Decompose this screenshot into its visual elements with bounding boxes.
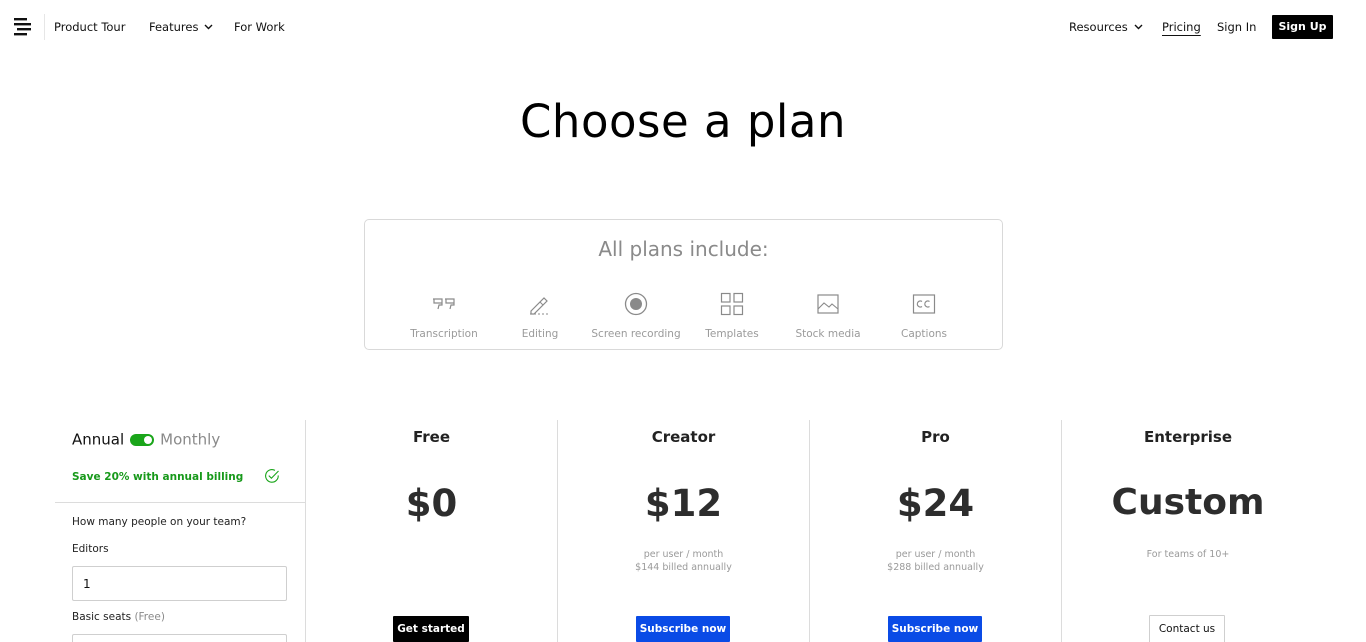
nav-resources[interactable]: Resources: [1069, 20, 1143, 35]
plan-enterprise: Enterprise Custom For teams of 10+ Conta…: [1062, 420, 1314, 642]
plan-price: $0: [405, 482, 458, 525]
nav-pricing[interactable]: Pricing: [1162, 20, 1201, 35]
get-started-button[interactable]: Get started: [393, 616, 469, 642]
feature-screen-recording: Screen recording: [588, 292, 684, 340]
plan-note-line1: For teams of 10+: [1146, 549, 1230, 560]
basic-seats-free: (Free): [134, 611, 165, 623]
feature-stock-media: Stock media: [780, 292, 876, 340]
plan-name: Free: [412, 428, 451, 446]
subscribe-creator-button[interactable]: Subscribe now: [636, 616, 730, 642]
team-size-question: How many people on your team?: [72, 516, 247, 528]
sign-up-button[interactable]: Sign Up: [1272, 15, 1333, 39]
feature-label: Transcription: [410, 328, 478, 340]
descript-logo-icon[interactable]: [14, 17, 32, 37]
feature-transcription: Transcription: [396, 292, 492, 340]
basic-seats-label: Basic seats (Free): [72, 611, 165, 623]
billing-toggle-row: Annual Monthly: [72, 429, 220, 449]
nav-features[interactable]: Features: [149, 20, 213, 35]
plan-note-line2: $288 billed annually: [887, 562, 984, 573]
plan-name: Creator: [651, 428, 716, 446]
plan-note: For teams of 10+: [1062, 548, 1314, 561]
chevron-down-icon: [1134, 24, 1143, 30]
plan-pro: Pro $24 per user / month $288 billed ann…: [810, 420, 1062, 642]
toggle-knob: [144, 435, 153, 444]
nav-for-work[interactable]: For Work: [234, 20, 285, 35]
plan-free: Free $0 Get started: [306, 420, 558, 642]
grid-icon: [720, 292, 744, 316]
feature-label: Captions: [900, 328, 947, 340]
feature-label: Screen recording: [591, 328, 681, 340]
plan-price: $12: [644, 482, 723, 525]
chevron-down-icon: [204, 24, 213, 30]
quote-icon: [433, 298, 455, 310]
feature-label: Editing: [521, 328, 559, 340]
editors-count-input[interactable]: [72, 566, 287, 601]
billing-annual-label[interactable]: Annual: [72, 431, 124, 449]
subscribe-pro-button[interactable]: Subscribe now: [888, 616, 982, 642]
panel-divider: [55, 502, 306, 503]
contact-us-button[interactable]: Contact us: [1149, 615, 1225, 642]
feature-templates: Templates: [684, 292, 780, 340]
billing-monthly-label[interactable]: Monthly: [160, 431, 220, 449]
plan-note-line1: per user / month: [895, 549, 976, 560]
image-icon: [817, 294, 839, 314]
plan-note-line1: per user / month: [643, 549, 724, 560]
top-navigation: Product Tour Features For Work Resources…: [0, 0, 1366, 55]
plan-creator: Creator $12 per user / month $144 billed…: [558, 420, 810, 642]
nav-resources-label: Resources: [1069, 20, 1128, 34]
pencil-icon: [530, 297, 550, 315]
feature-editing: Editing: [492, 292, 588, 340]
feature-label: Stock media: [795, 328, 861, 340]
basic-seats-input[interactable]: [72, 634, 287, 642]
plan-note-line2: $144 billed annually: [635, 562, 732, 573]
plans-include-title: All plans include:: [598, 237, 769, 261]
plan-note: per user / month $144 billed annually: [558, 548, 809, 574]
billing-toggle[interactable]: [130, 433, 155, 446]
feature-captions: Captions: [876, 292, 972, 340]
team-config-panel: Annual Monthly Save 20% with annual billi…: [55, 420, 306, 642]
logo-divider: [44, 14, 45, 40]
plan-name: Pro: [921, 428, 950, 446]
record-icon: [624, 292, 648, 316]
nav-sign-in[interactable]: Sign In: [1217, 20, 1256, 35]
plans-include-box: All plans include: Transcription Editing…: [364, 219, 1003, 350]
plan-note: per user / month $288 billed annually: [810, 548, 1061, 574]
save-annual-text: Save 20% with annual billing: [72, 471, 244, 483]
nav-features-label: Features: [149, 20, 199, 34]
check-circle-icon: [265, 469, 279, 483]
editors-label: Editors: [72, 543, 109, 555]
basic-seats-label-text: Basic seats: [72, 611, 132, 623]
plan-name: Enterprise: [1143, 428, 1233, 446]
page-title: Choose a plan: [520, 95, 846, 148]
cc-icon: [912, 294, 936, 314]
nav-product-tour[interactable]: Product Tour: [54, 20, 125, 35]
plan-price: $24: [896, 482, 975, 525]
plan-price: Custom: [1111, 482, 1265, 523]
feature-label: Templates: [705, 328, 759, 340]
